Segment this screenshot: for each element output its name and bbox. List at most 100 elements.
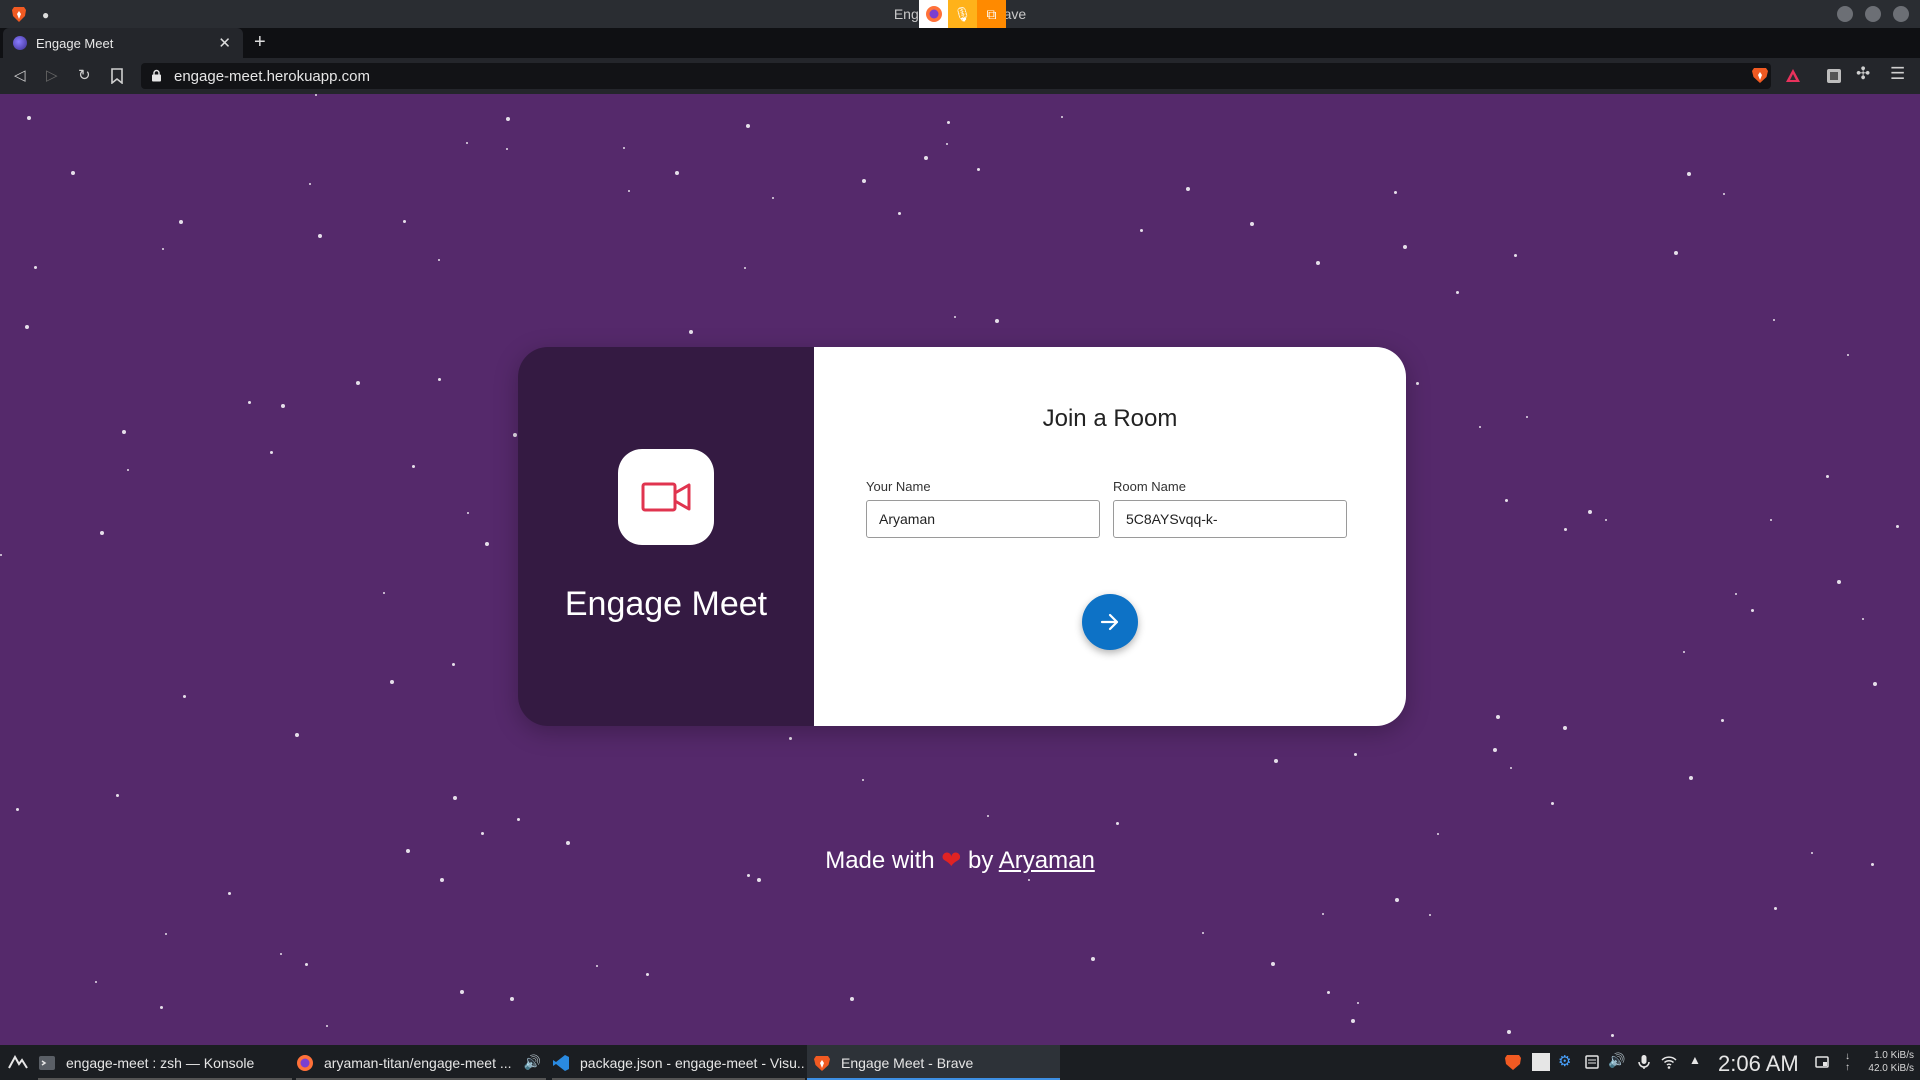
star [1437,833,1439,835]
star [1507,1030,1511,1034]
show-desktop-icon[interactable] [1814,1054,1830,1070]
star [1416,382,1419,385]
application-launcher-icon[interactable] [8,1055,28,1069]
star [789,737,792,740]
star [1186,187,1190,191]
extensions-puzzle-icon[interactable]: ✣ [1856,65,1870,83]
star [34,266,37,269]
room-input[interactable] [1113,500,1347,538]
star [1140,229,1143,232]
star [1588,510,1592,514]
task-vscode[interactable]: package.json - engage-meet - Visu... [552,1045,805,1080]
forward-icon[interactable]: ▷ [46,67,58,85]
star [506,148,508,150]
star [1551,802,1554,805]
star [1563,726,1567,730]
brave-shields-icon[interactable] [1751,66,1769,84]
task-firefox[interactable]: aryaman-titan/engage-meet ... 🔊 [296,1045,546,1080]
star [1493,748,1497,752]
task-label: package.json - engage-meet - Visu... [580,1054,805,1071]
volume-tray-icon[interactable]: 🔊 [1608,1052,1625,1068]
star [16,808,19,811]
star [485,542,489,546]
star [862,779,864,781]
star [987,815,989,817]
reload-icon[interactable]: ↻ [78,67,91,85]
wifi-tray-icon[interactable] [1661,1054,1677,1070]
lock-icon [152,69,161,82]
maximize-button[interactable] [1865,6,1881,22]
join-form-panel: Join a Room Your Name Room Name [814,347,1406,726]
star [452,663,455,666]
task-konsole[interactable]: engage-meet : zsh — Konsole [38,1045,292,1080]
star [309,183,311,185]
storage-tray-icon[interactable] [1584,1054,1600,1070]
arrow-right-icon [1100,613,1119,631]
clock[interactable]: 2:06 AM [1718,1051,1799,1077]
microphone-icon[interactable]: 🎙 [948,0,977,28]
star [1735,593,1737,595]
close-window-button[interactable] [1893,6,1909,22]
brave-rewards-icon[interactable] [1784,67,1802,85]
star [977,168,980,171]
star [438,259,440,261]
room-field: Room Name [1113,479,1347,538]
star [280,953,282,955]
brave-tray-icon[interactable] [1505,1054,1521,1070]
star [772,197,774,199]
settings-tray-icon[interactable]: ⚙ [1558,1052,1574,1070]
star [1611,1034,1614,1037]
star [0,554,2,556]
task-brave[interactable]: Engage Meet - Brave [807,1045,1060,1080]
audio-playing-icon[interactable]: 🔊 [524,1054,541,1071]
star [1723,193,1725,195]
star [305,963,308,966]
network-speed[interactable]: 1.0 KiB/s 42.0 KiB/s [1864,1049,1914,1075]
star [1847,354,1849,356]
clipboard-tray-icon[interactable] [1532,1053,1550,1071]
star [1862,618,1864,620]
minimize-button[interactable] [1837,6,1853,22]
menu-icon[interactable]: ☰ [1890,65,1905,83]
tab-engage-meet[interactable]: Engage Meet ✕ [3,28,243,58]
star [513,433,517,437]
firefox-icon[interactable] [919,0,948,28]
taskbar: engage-meet : zsh — Konsole aryaman-tita… [0,1045,1920,1080]
star [390,680,394,684]
share-screen-icon[interactable]: ⧉ [977,0,1006,28]
star [510,997,514,1001]
chevron-up-icon[interactable]: ▲ [1689,1053,1705,1069]
author-link[interactable]: Aryaman [999,847,1095,874]
heart-icon: ❤ [941,847,962,874]
star [270,451,273,454]
close-tab-icon[interactable]: ✕ [218,34,231,52]
task-label: aryaman-titan/engage-meet ... [324,1054,512,1071]
star [1479,426,1481,428]
vscode-icon [553,1054,569,1071]
star [1505,499,1508,502]
star [1274,759,1278,763]
bookmark-icon[interactable] [111,68,123,84]
extension-icon[interactable] [1825,67,1843,85]
name-input[interactable] [866,500,1100,538]
navigation-bar: ◁ ▷ ↻ engage-meet.herokuapp.com ✣ ☰ [0,58,1920,94]
star [1271,962,1275,966]
join-button[interactable] [1082,594,1138,650]
new-tab-button[interactable]: + [254,32,266,52]
star [162,248,164,250]
star [623,147,625,149]
star [1395,898,1399,902]
star [862,179,866,183]
microphone-tray-icon[interactable] [1636,1054,1652,1070]
address-bar[interactable]: engage-meet.herokuapp.com [141,63,1771,89]
star [757,878,761,882]
star [127,469,129,471]
star [1605,519,1607,521]
back-icon[interactable]: ◁ [14,67,26,85]
favicon-icon [13,36,27,50]
star [1028,879,1030,881]
star [646,973,649,976]
star [1351,1019,1355,1023]
star [100,531,104,535]
star [1091,957,1095,961]
